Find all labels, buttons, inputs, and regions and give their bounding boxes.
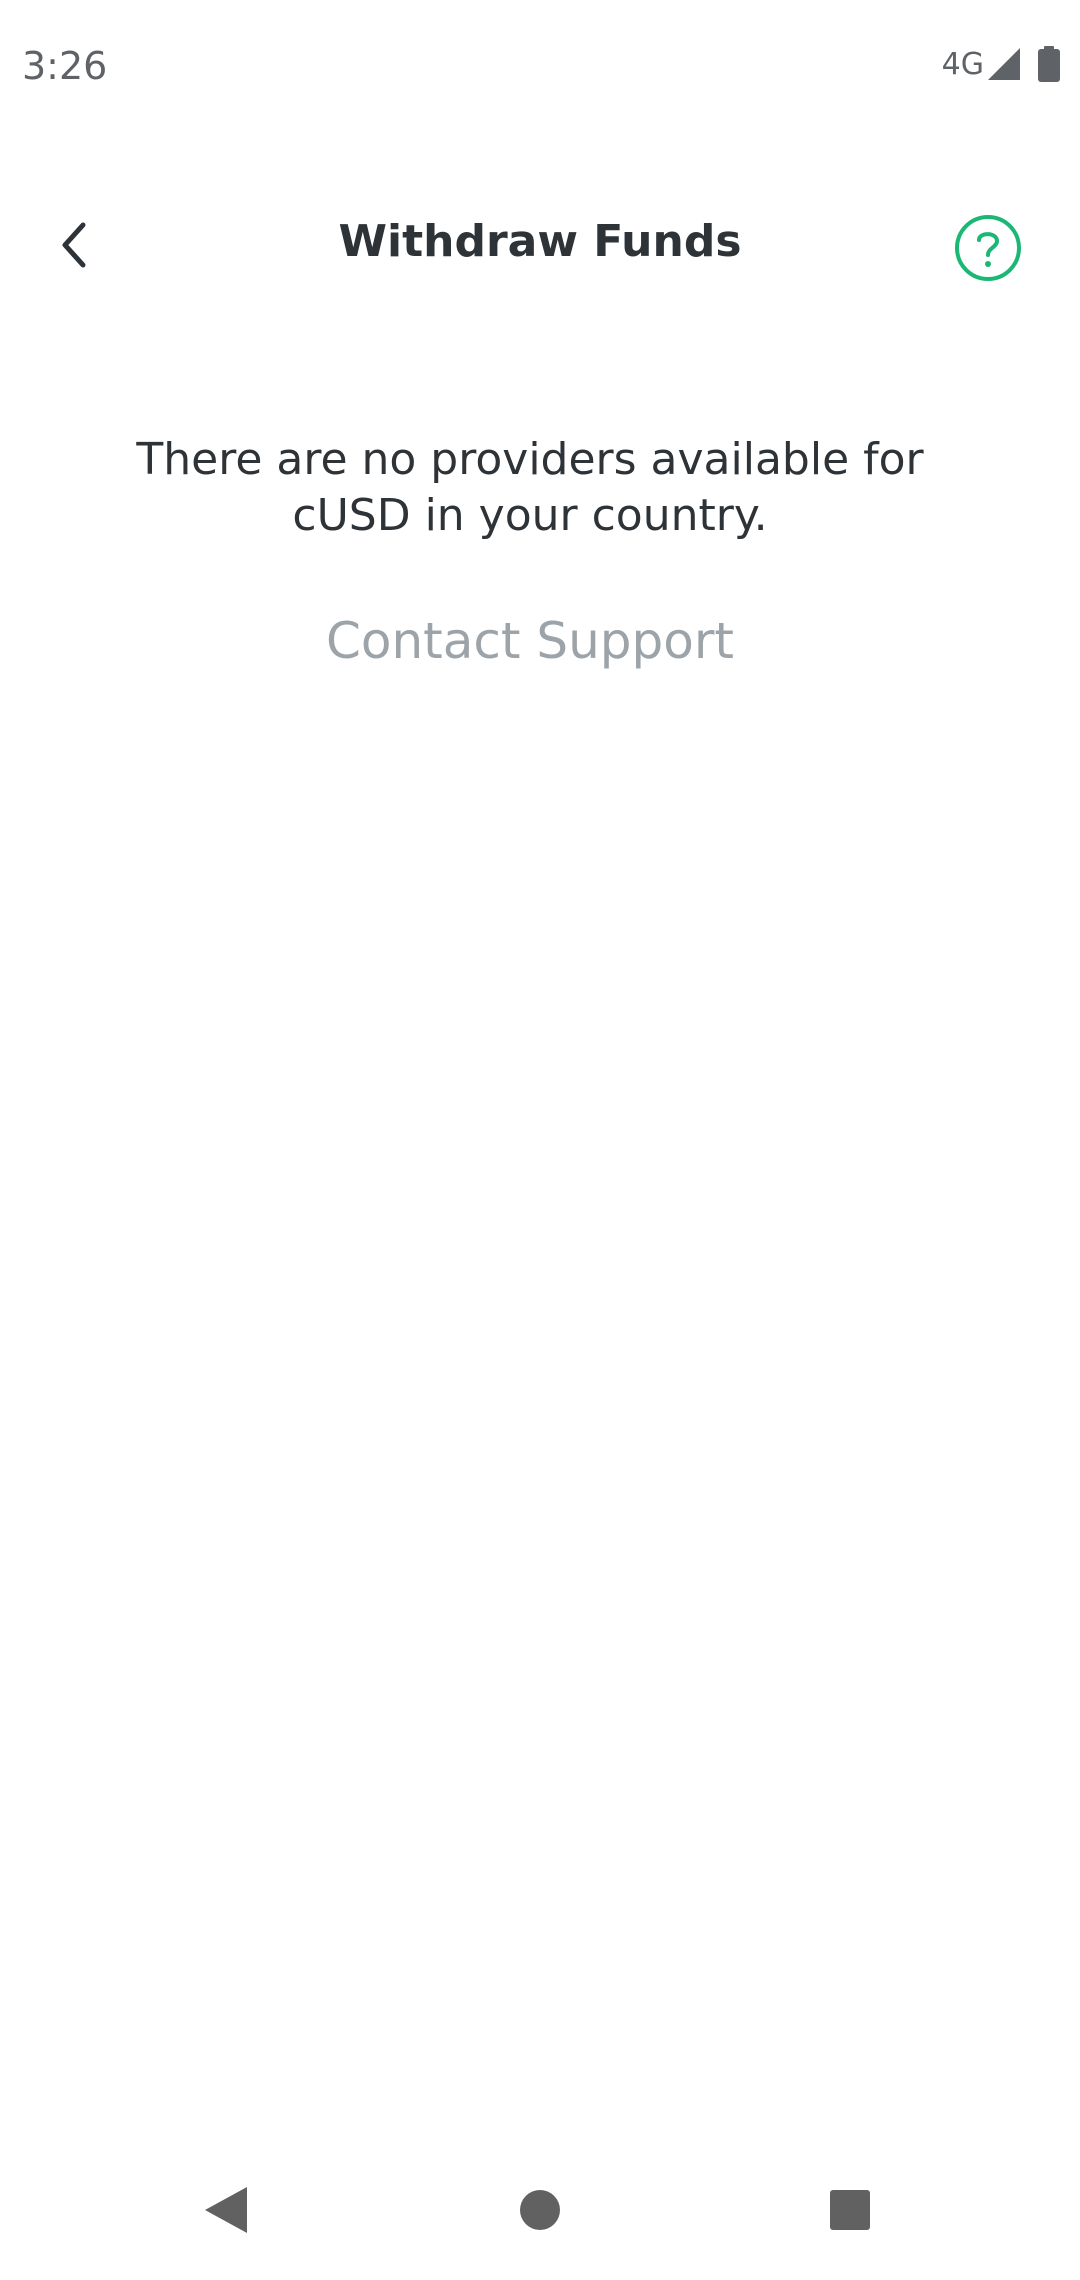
nav-home-icon [520,2190,560,2230]
nav-back-icon [205,2187,247,2233]
help-button[interactable] [950,210,1026,286]
nav-back-button[interactable] [186,2170,266,2250]
status-time: 3:26 [22,44,108,88]
network-type-label: 4G [941,46,984,82]
top-app-bar: Withdraw Funds [0,190,1080,300]
system-nav-bar [0,2140,1080,2280]
nav-recents-button[interactable] [810,2170,890,2250]
status-bar: 3:26 4G [0,0,1080,136]
nav-home-button[interactable] [500,2170,580,2250]
help-circle-icon [955,215,1021,281]
battery-icon [1038,46,1060,82]
no-providers-message: There are no providers available for cUS… [136,434,924,541]
nav-recents-icon [830,2190,870,2230]
status-icons: 4G [942,46,1060,82]
signal-icon [988,48,1020,80]
page-title: Withdraw Funds [338,216,742,267]
contact-support-button[interactable]: Contact Support [290,612,770,670]
